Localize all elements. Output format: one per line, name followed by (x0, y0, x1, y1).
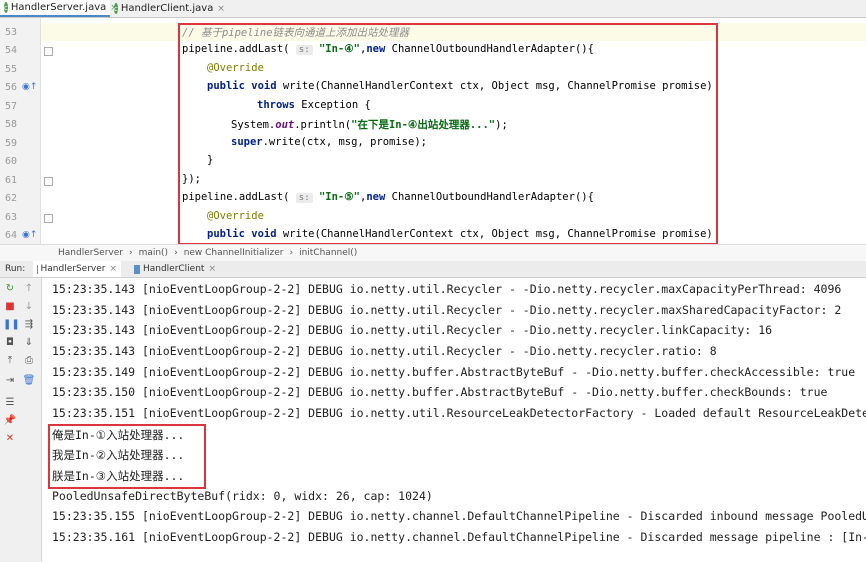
console-line: 15:23:35.143 [nioEventLoopGroup-2-2] DEB… (52, 303, 842, 317)
line-number: 62 (5, 193, 18, 204)
close-icon[interactable]: × (109, 264, 117, 274)
run-config-icon (37, 264, 38, 274)
breadcrumb-item[interactable]: new ChannelInitializer (184, 248, 284, 258)
console-line: 15:23:35.143 [nioEventLoopGroup-2-2] DEB… (52, 344, 717, 358)
line-number: 54 (5, 45, 18, 56)
line-number: 57 (5, 101, 18, 112)
tab-handlerserver-java[interactable]: c HandlerServer.java × (0, 0, 118, 17)
console-line: 15:23:35.143 [nioEventLoopGroup-2-2] DEB… (52, 282, 842, 296)
console-line: 15:23:35.143 [nioEventLoopGroup-2-2] DEB… (52, 323, 773, 337)
soft-wrap-icon[interactable]: ⇶ (22, 318, 36, 332)
console-line: 15:23:35.155 [nioEventLoopGroup-2-2] DEB… (52, 509, 866, 523)
line-number: 63 (5, 212, 18, 223)
rerun-icon[interactable]: ↻ (3, 282, 17, 296)
code-highlight-box (178, 23, 718, 245)
pause-icon[interactable]: ❚❚ (3, 318, 20, 332)
console-line: PooledUnsafeDirectByteBuf(ridx: 0, widx:… (52, 489, 433, 503)
line-number: 53 (5, 27, 18, 38)
close-icon[interactable]: × (208, 264, 216, 274)
camera-icon[interactable]: ◘ (3, 336, 17, 350)
console-line: 15:23:35.161 [nioEventLoopGroup-2-2] DEB… (52, 530, 866, 544)
code-editor[interactable]: 53 54 55 56 57 58 59 60 61 62 63 64 ◉↑ ◉… (0, 18, 866, 245)
line-number: 55 (5, 64, 18, 75)
exit-icon[interactable]: ⇥ (3, 374, 17, 388)
breadcrumb-separator: › (174, 248, 178, 258)
tab-handlerclient-java[interactable]: c HandlerClient.java × (110, 0, 225, 17)
run-label: Run: (5, 264, 26, 274)
scroll-to-end-icon[interactable]: ⇓ (22, 336, 36, 350)
fold-toggle-icon[interactable] (44, 177, 53, 186)
fold-toggle-icon[interactable] (44, 214, 53, 223)
run-tab-handlerserver[interactable]: HandlerServer × (33, 261, 121, 277)
close-icon[interactable]: ✕ (3, 432, 17, 446)
line-number: 60 (5, 156, 18, 167)
run-tool-strip: ↻ ↑ ■ ↓ ❚❚ ⇶ ◘ ⇓ ⤒ ⎙ ⇥ 🗑 ☰ 📌 ✕ (0, 278, 42, 562)
trash-icon[interactable]: 🗑 (22, 374, 36, 388)
tab-label: HandlerClient.java (120, 3, 214, 14)
console-line: 15:23:35.150 [nioEventLoopGroup-2-2] DEB… (52, 385, 828, 399)
breadcrumb: HandlerServer › main() › new ChannelInit… (0, 244, 866, 262)
override-marker-icon[interactable]: ◉↑ (22, 82, 37, 92)
console-line: 15:23:35.151 [nioEventLoopGroup-2-2] DEB… (52, 406, 866, 420)
run-tab-label: HandlerServer (40, 264, 106, 274)
line-number: 59 (5, 138, 18, 149)
run-config-icon (134, 264, 140, 274)
tab-label: HandlerServer.java (10, 2, 107, 13)
print-icon[interactable]: ⎙ (22, 354, 36, 368)
line-gutter: 53 54 55 56 57 58 59 60 61 62 63 64 ◉↑ ◉… (0, 18, 41, 244)
java-class-icon: c (114, 3, 118, 14)
breadcrumb-item[interactable]: initChannel() (299, 248, 357, 258)
scroll-up-icon[interactable]: ↑ (22, 282, 36, 296)
line-number: 61 (5, 175, 18, 186)
override-marker-icon[interactable]: ◉↑ (22, 230, 37, 240)
run-tab-label: HandlerClient (142, 264, 205, 274)
console-highlight-box (48, 424, 206, 489)
editor-tab-bar: c HandlerServer.java × c HandlerClient.j… (0, 0, 866, 18)
line-number: 58 (5, 119, 18, 130)
java-class-icon: c (4, 2, 8, 13)
breadcrumb-separator: › (289, 248, 294, 258)
fold-toggle-icon[interactable] (44, 47, 53, 56)
console-output[interactable]: 15:23:35.143 [nioEventLoopGroup-2-2] DEB… (42, 278, 866, 562)
pin-tab-icon[interactable] (3, 413, 17, 427)
breadcrumb-item[interactable]: HandlerServer (58, 248, 123, 258)
close-icon[interactable]: × (217, 4, 225, 14)
breadcrumb-separator: › (128, 248, 133, 258)
run-toolbar: Run: HandlerServer × HandlerClient × (0, 261, 866, 278)
scroll-down-icon[interactable]: ↓ (22, 300, 36, 314)
line-number: 64 (5, 230, 18, 241)
breadcrumb-item[interactable]: main() (139, 248, 169, 258)
console-line: 15:23:35.149 [nioEventLoopGroup-2-2] DEB… (52, 365, 856, 379)
line-number: 56 (5, 82, 18, 93)
run-tab-handlerclient[interactable]: HandlerClient × (130, 261, 220, 277)
stop-icon[interactable]: ■ (3, 300, 17, 314)
restore-layout-icon[interactable]: ⤒ (3, 354, 17, 368)
